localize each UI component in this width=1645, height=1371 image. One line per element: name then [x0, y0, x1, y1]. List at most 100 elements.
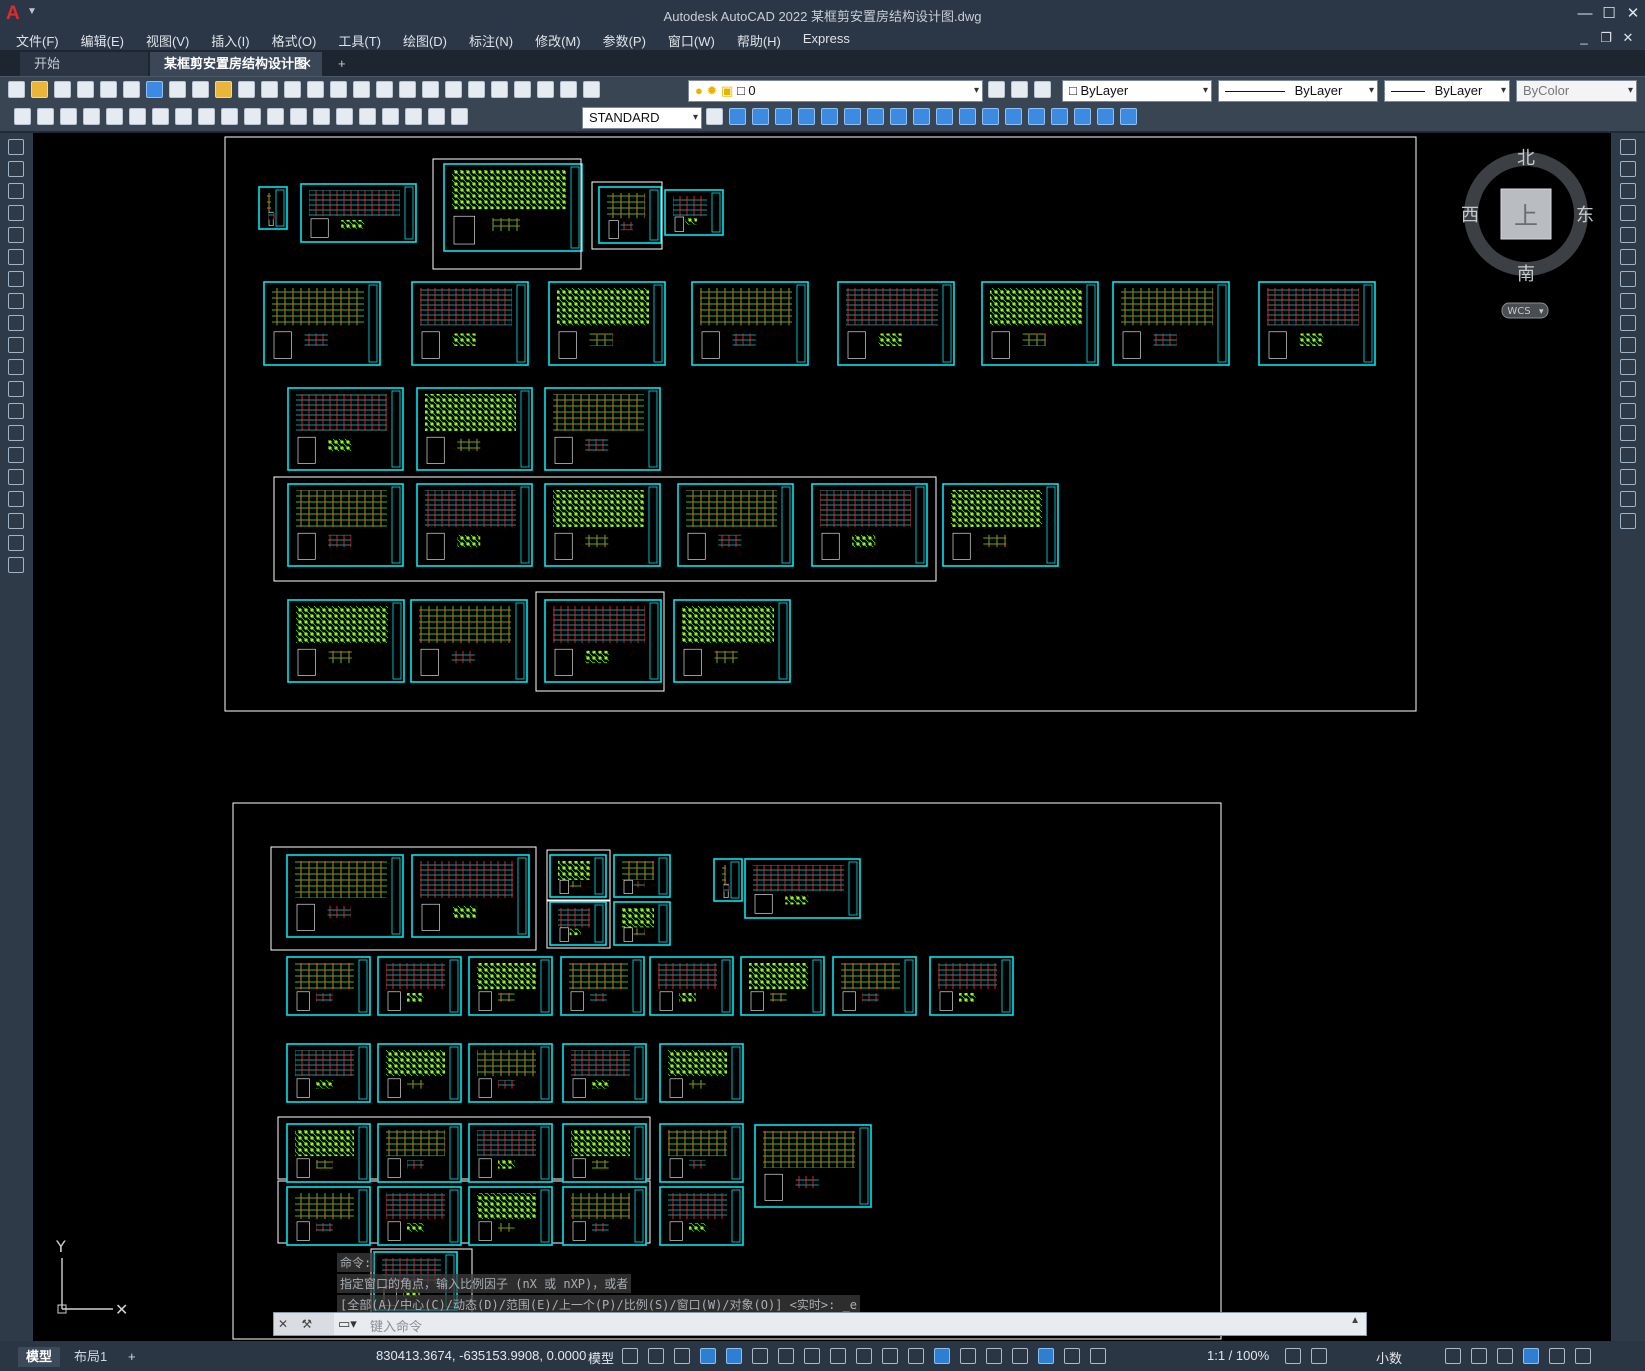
polygon-icon[interactable]: [8, 205, 24, 221]
dim-edit-icon[interactable]: [405, 108, 422, 125]
viewcube-east-label[interactable]: 东: [1576, 205, 1594, 226]
arc-length-icon[interactable]: [83, 108, 100, 125]
zoom-previous-icon[interactable]: [399, 81, 416, 98]
extend-icon[interactable]: [936, 108, 953, 125]
close-icon[interactable]: ✕: [278, 1317, 288, 1331]
zoom-window-icon[interactable]: [376, 81, 393, 98]
tool-palettes-icon[interactable]: [468, 81, 485, 98]
jogged-icon[interactable]: [152, 108, 169, 125]
chevron-up-icon[interactable]: ▲: [1350, 1315, 1360, 1326]
selection-cycling-icon[interactable]: [908, 1348, 924, 1364]
rotate-tool-icon[interactable]: [1620, 271, 1636, 287]
block-editor-icon[interactable]: [261, 81, 278, 98]
model-space-button[interactable]: 模型: [588, 1348, 614, 1367]
explode-icon[interactable]: [1051, 108, 1068, 125]
quick-dimension-icon[interactable]: [14, 108, 31, 125]
grid-icon[interactable]: [622, 1348, 638, 1364]
menu-file[interactable]: 文件(F): [16, 31, 59, 50]
hardware-acceleration-icon[interactable]: [1523, 1348, 1539, 1364]
tab-layout1[interactable]: 布局1: [66, 1347, 115, 1367]
radius-icon[interactable]: [129, 108, 146, 125]
menu-parametric[interactable]: 参数(P): [603, 31, 646, 50]
offset-icon[interactable]: [798, 108, 815, 125]
make-current-layer-icon[interactable]: [988, 81, 1005, 98]
layer-dropdown[interactable]: ● ✹ ▣ □ 0 ▾: [688, 80, 983, 102]
multiline-text-icon[interactable]: [8, 535, 24, 551]
make-block-icon[interactable]: [8, 403, 24, 419]
mirror-tool-icon[interactable]: [1620, 183, 1636, 199]
menu-window[interactable]: 窗口(W): [668, 31, 715, 50]
snap-icon[interactable]: [648, 1348, 664, 1364]
line-icon[interactable]: [8, 139, 24, 155]
auto-scale-icon[interactable]: [1064, 1348, 1080, 1364]
continue-icon[interactable]: [244, 108, 261, 125]
blend-curves-icon[interactable]: [1620, 491, 1636, 507]
selection-filter-icon[interactable]: [986, 1348, 1002, 1364]
scale-tool-icon[interactable]: [1620, 293, 1636, 309]
sheet-set-icon[interactable]: [491, 81, 508, 98]
coordinate-readout[interactable]: 830413.3674, -635153.9908, 0.0000: [376, 1348, 586, 1363]
undo-icon[interactable]: [284, 81, 301, 98]
layer-properties-icon[interactable]: [583, 81, 600, 98]
customization-menu-icon[interactable]: [1575, 1348, 1591, 1364]
tab-document[interactable]: 某框剪安置房结构设计图* ✕: [150, 52, 322, 95]
fillet-tool-icon[interactable]: [1620, 469, 1636, 485]
zoom-realtime-icon[interactable]: [353, 81, 370, 98]
lineweight-icon[interactable]: [856, 1348, 872, 1364]
save-icon[interactable]: [54, 81, 71, 98]
dynamic-ucs-icon[interactable]: [960, 1348, 976, 1364]
angular-icon[interactable]: [198, 108, 215, 125]
publish-icon[interactable]: [123, 81, 140, 98]
wcs-label[interactable]: WCS: [1507, 306, 1530, 317]
tab-model[interactable]: 模型: [18, 1347, 61, 1367]
lock-ui-icon[interactable]: [1471, 1348, 1487, 1364]
point-icon[interactable]: [8, 425, 24, 441]
spline-icon[interactable]: [8, 315, 24, 331]
menu-view[interactable]: 视图(V): [146, 31, 189, 50]
menu-insert[interactable]: 插入(I): [211, 31, 249, 50]
jogged-linear-icon[interactable]: [382, 108, 399, 125]
calculator-icon[interactable]: [537, 81, 554, 98]
menu-format[interactable]: 格式(O): [272, 31, 317, 50]
layer-states-icon[interactable]: [1034, 81, 1051, 98]
ellipse-arc-icon[interactable]: [8, 359, 24, 375]
extend-tool-icon[interactable]: [1620, 359, 1636, 375]
paste-icon[interactable]: [215, 81, 232, 98]
layer-previous-icon[interactable]: [1011, 81, 1028, 98]
table-icon[interactable]: [8, 513, 24, 529]
new-file-icon[interactable]: [8, 81, 25, 98]
break-tool-icon[interactable]: [1620, 403, 1636, 419]
revision-cloud-icon[interactable]: [8, 293, 24, 309]
gradient-icon[interactable]: [8, 469, 24, 485]
inspection-icon[interactable]: [359, 108, 376, 125]
menu-express[interactable]: Express: [803, 31, 850, 50]
tab-close-icon[interactable]: ✕: [301, 52, 312, 76]
dynamic-input-icon[interactable]: [700, 1348, 716, 1364]
linear-dimension-icon[interactable]: [37, 108, 54, 125]
center-mark-icon[interactable]: [336, 108, 353, 125]
dim-break-icon[interactable]: [290, 108, 307, 125]
aligned-dimension-icon[interactable]: [60, 108, 77, 125]
erase-icon[interactable]: [1074, 108, 1091, 125]
close-button[interactable]: ✕: [1621, 0, 1645, 28]
viewcube-west-label[interactable]: 西: [1461, 205, 1479, 226]
polyline-icon[interactable]: [8, 183, 24, 199]
break-icon[interactable]: [959, 108, 976, 125]
isolate-objects-icon[interactable]: [1497, 1348, 1513, 1364]
isometric-icon[interactable]: [778, 1348, 794, 1364]
match-properties-icon[interactable]: [238, 81, 255, 98]
array-tool-icon[interactable]: [1620, 227, 1636, 243]
dim-text-edit-icon[interactable]: [428, 108, 445, 125]
stretch-tool-icon[interactable]: [1620, 315, 1636, 331]
color-dropdown[interactable]: □ ByLayer ▾: [1062, 80, 1212, 102]
dim-update-icon[interactable]: [451, 108, 468, 125]
viewcube-top-label[interactable]: 上: [1514, 202, 1538, 230]
units-readout[interactable]: 小数: [1376, 1348, 1402, 1367]
lineweight-dropdown[interactable]: ByLayer ▾: [1384, 80, 1510, 102]
tab-start[interactable]: 开始: [20, 52, 148, 76]
bring-front-icon[interactable]: [1120, 108, 1137, 125]
recent-commands-icon[interactable]: ▭▾: [338, 1316, 357, 1332]
doc-close-button[interactable]: ✕: [1617, 30, 1639, 46]
arc-icon[interactable]: [8, 249, 24, 265]
scale-icon[interactable]: [867, 108, 884, 125]
